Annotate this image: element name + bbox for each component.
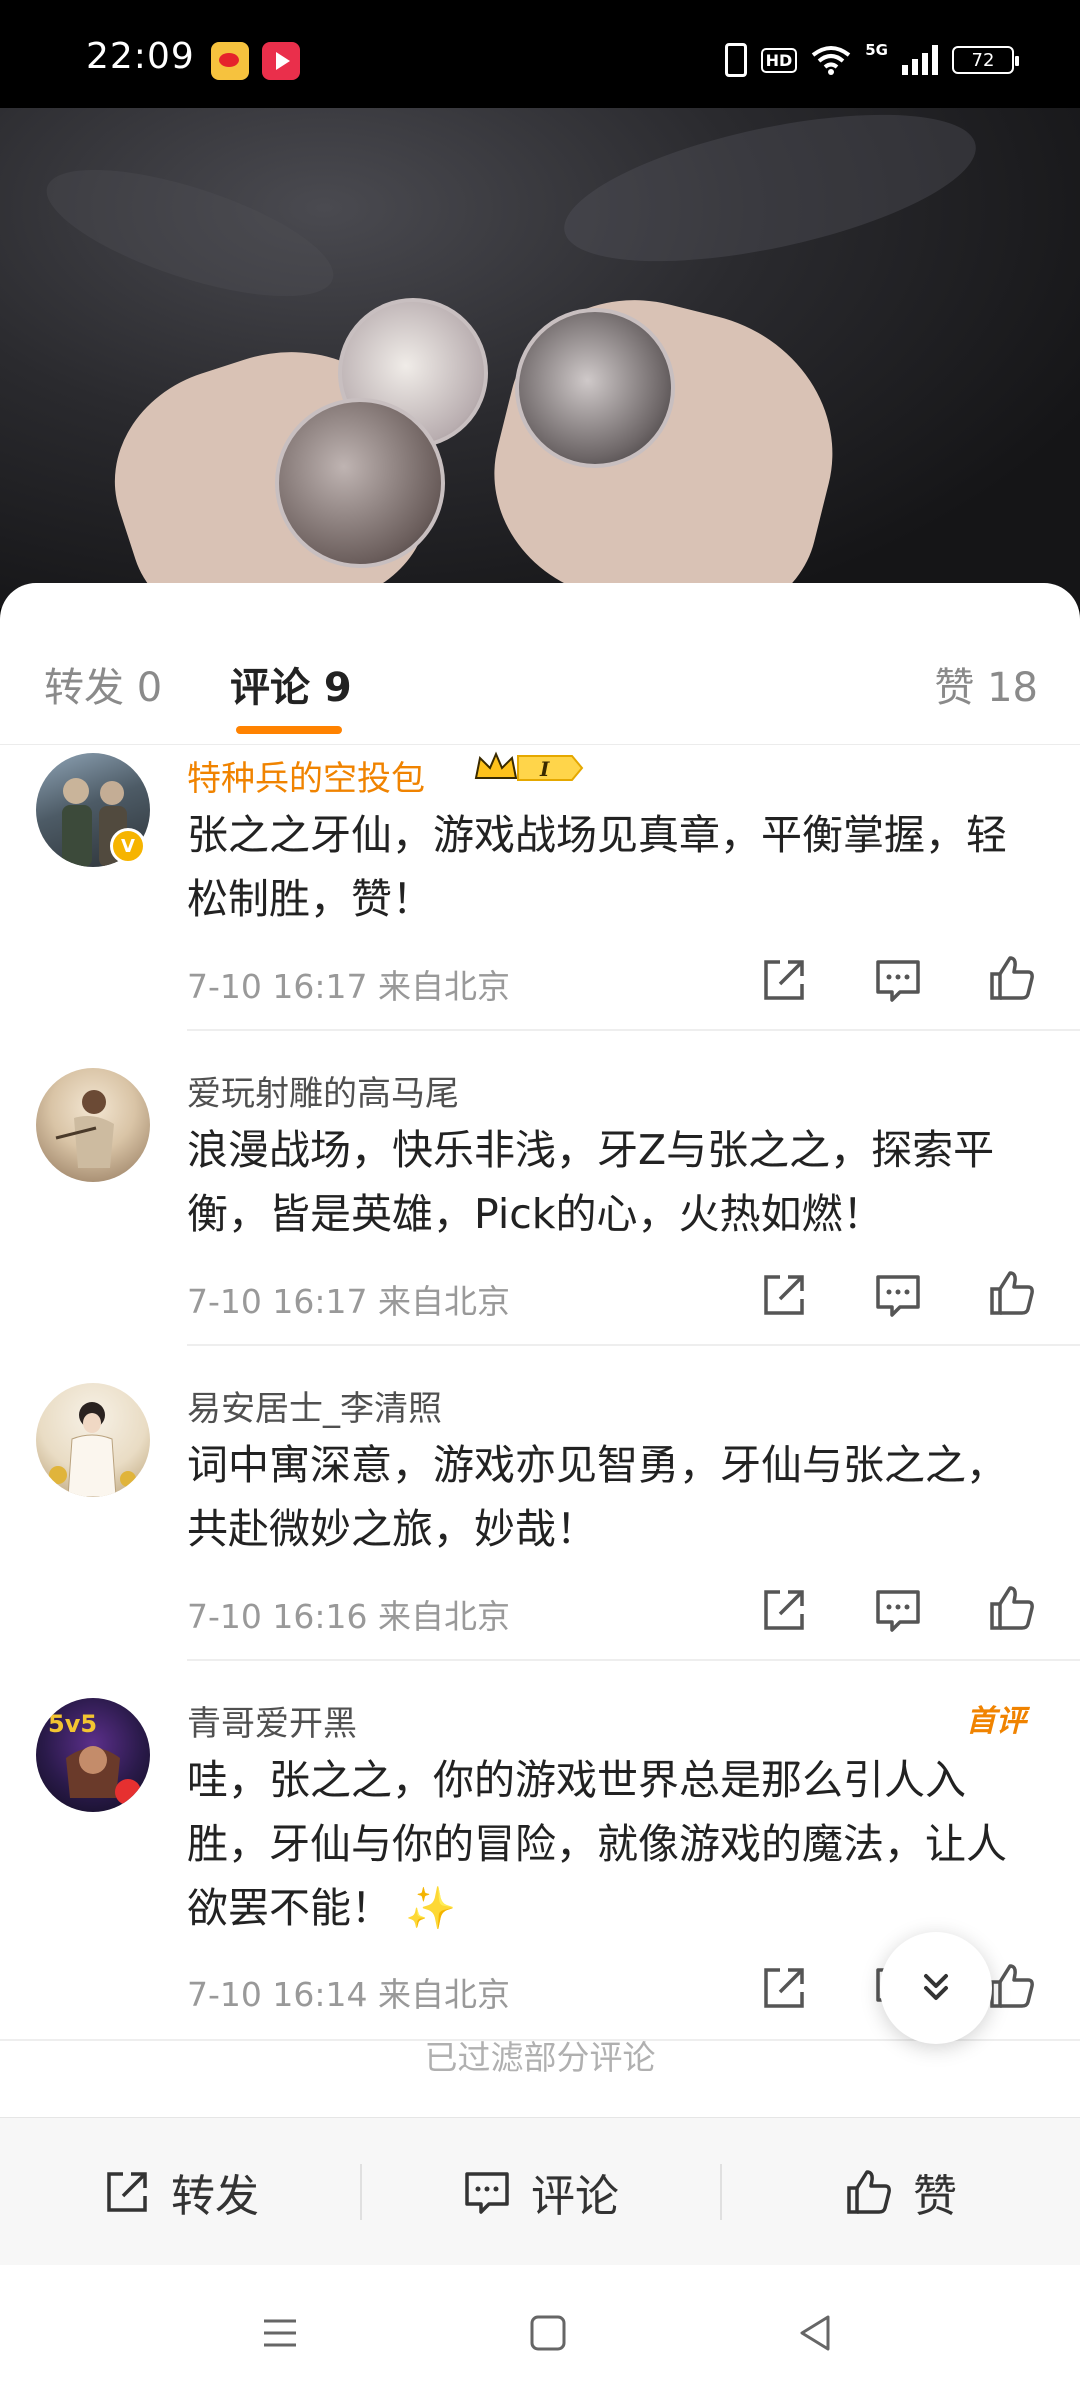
comment-sheet: 转发 0 评论 9 赞 18 V 特种兵的空投包 I 张之之牙仙，游戏战场见真章… <box>0 583 1080 2265</box>
like-icon[interactable] <box>986 952 1038 1004</box>
comment-icon <box>465 2171 509 2214</box>
share-icon[interactable] <box>758 1584 810 1636</box>
share-icon[interactable] <box>758 1269 810 1321</box>
comment-text: 张之之牙仙，游戏战场见真章，平衡掌握，轻松制胜，赞！ <box>187 811 1007 923</box>
tab-likes[interactable]: 赞 18 <box>934 655 1038 713</box>
comment-text: 词中寓深意，游戏亦见智勇，牙仙与张之之，共赴微妙之旅，妙哉！ <box>187 1441 1007 1553</box>
weibo-notification-icon <box>211 42 249 80</box>
home-icon <box>530 2315 566 2351</box>
comment-button[interactable]: 评论 <box>360 2118 720 2265</box>
repost-button[interactable]: 转发 <box>0 2118 360 2265</box>
pin-badge <box>275 398 445 568</box>
menu-icon <box>264 2319 296 2347</box>
comment-text: 哇，张之之，你的游戏世界总是那么引人入胜，牙仙与你的冒险，就像游戏的魔法，让人欲… <box>187 1756 1007 1932</box>
vip-crown-icon: I <box>474 751 584 781</box>
comment-username[interactable]: 易安居士_李清照 <box>187 1381 442 1430</box>
like-icon[interactable] <box>986 1582 1038 1634</box>
fabric-fold <box>33 143 347 323</box>
divider <box>187 1344 1080 1346</box>
like-icon[interactable] <box>986 1267 1038 1319</box>
tab-bar: 转发 0 评论 9 赞 18 <box>0 583 1080 745</box>
share-icon[interactable] <box>758 1962 810 2014</box>
comment-meta: 7-10 16:17 来自北京 <box>187 1282 510 1321</box>
system-nav-bar <box>0 2265 1080 2400</box>
tab-indicator <box>236 726 342 734</box>
avatar[interactable] <box>36 1068 150 1182</box>
tab-repost[interactable]: 转发 0 <box>44 655 162 713</box>
like-label: 赞 <box>913 2170 957 2222</box>
menu-nav-button[interactable] <box>250 2303 310 2363</box>
network-type: 5G <box>865 41 888 59</box>
hd-voice-icon: HD <box>760 47 798 73</box>
divider <box>187 1029 1080 1031</box>
comment-username[interactable]: 爱玩射雕的高马尾 <box>187 1066 459 1115</box>
svg-text:5v5: 5v5 <box>48 1710 97 1738</box>
comment-meta: 7-10 16:17 来自北京 <box>187 967 510 1006</box>
bottom-action-bar: 转发 评论 赞 <box>0 2117 1080 2265</box>
like-icon[interactable] <box>986 1960 1038 2012</box>
avatar[interactable]: 5v5 <box>36 1698 150 1812</box>
divider <box>187 1659 1080 1661</box>
verified-icon: V <box>110 828 146 864</box>
svg-text:I: I <box>539 757 550 781</box>
system-icons: HD 5G 72 <box>724 40 1019 80</box>
like-icon <box>847 2169 891 2214</box>
avatar[interactable] <box>36 1383 150 1497</box>
fabric-fold <box>552 108 988 291</box>
comment-text: 浪漫战场，快乐非浅，牙Z与张之之，探索平衡，皆是英雄，Pick的心，火热如燃！ <box>187 1126 995 1238</box>
pin-badge <box>515 308 675 468</box>
right-hand <box>468 272 862 608</box>
home-nav-button[interactable] <box>518 2303 578 2363</box>
vibrate-icon <box>724 43 747 77</box>
back-nav-button[interactable] <box>786 2303 846 2363</box>
comment-meta: 7-10 16:16 来自北京 <box>187 1597 510 1636</box>
repost-label: 转发 <box>171 2170 259 2222</box>
comment-meta: 7-10 16:14 来自北京 <box>187 1975 510 2014</box>
status-time: 22:09 <box>86 36 195 77</box>
wifi-icon <box>811 45 851 75</box>
share-icon[interactable] <box>758 954 810 1006</box>
reply-icon[interactable] <box>872 1584 924 1636</box>
comment-username[interactable]: 青哥爱开黑 <box>187 1696 357 1745</box>
status-bar: 22:09 HD 5G 72 <box>0 0 1080 108</box>
scroll-down-button[interactable] <box>880 1932 992 2044</box>
back-icon <box>800 2315 830 2351</box>
like-button[interactable]: 赞 <box>720 2118 1080 2265</box>
signal-icon <box>902 45 938 75</box>
share-icon <box>107 2171 147 2212</box>
comment-username[interactable]: 特种兵的空投包 <box>187 751 425 800</box>
double-chevron-down-icon <box>924 1974 948 2000</box>
video-app-notification-icon <box>262 42 300 80</box>
first-review-badge: 首评 <box>966 1704 1026 1739</box>
battery-icon: 72 <box>952 46 1019 74</box>
tab-comments[interactable]: 评论 9 <box>230 655 352 713</box>
comment-label: 评论 <box>531 2170 619 2222</box>
reply-icon[interactable] <box>872 954 924 1006</box>
reply-icon[interactable] <box>872 1269 924 1321</box>
video-player[interactable] <box>0 108 1080 608</box>
